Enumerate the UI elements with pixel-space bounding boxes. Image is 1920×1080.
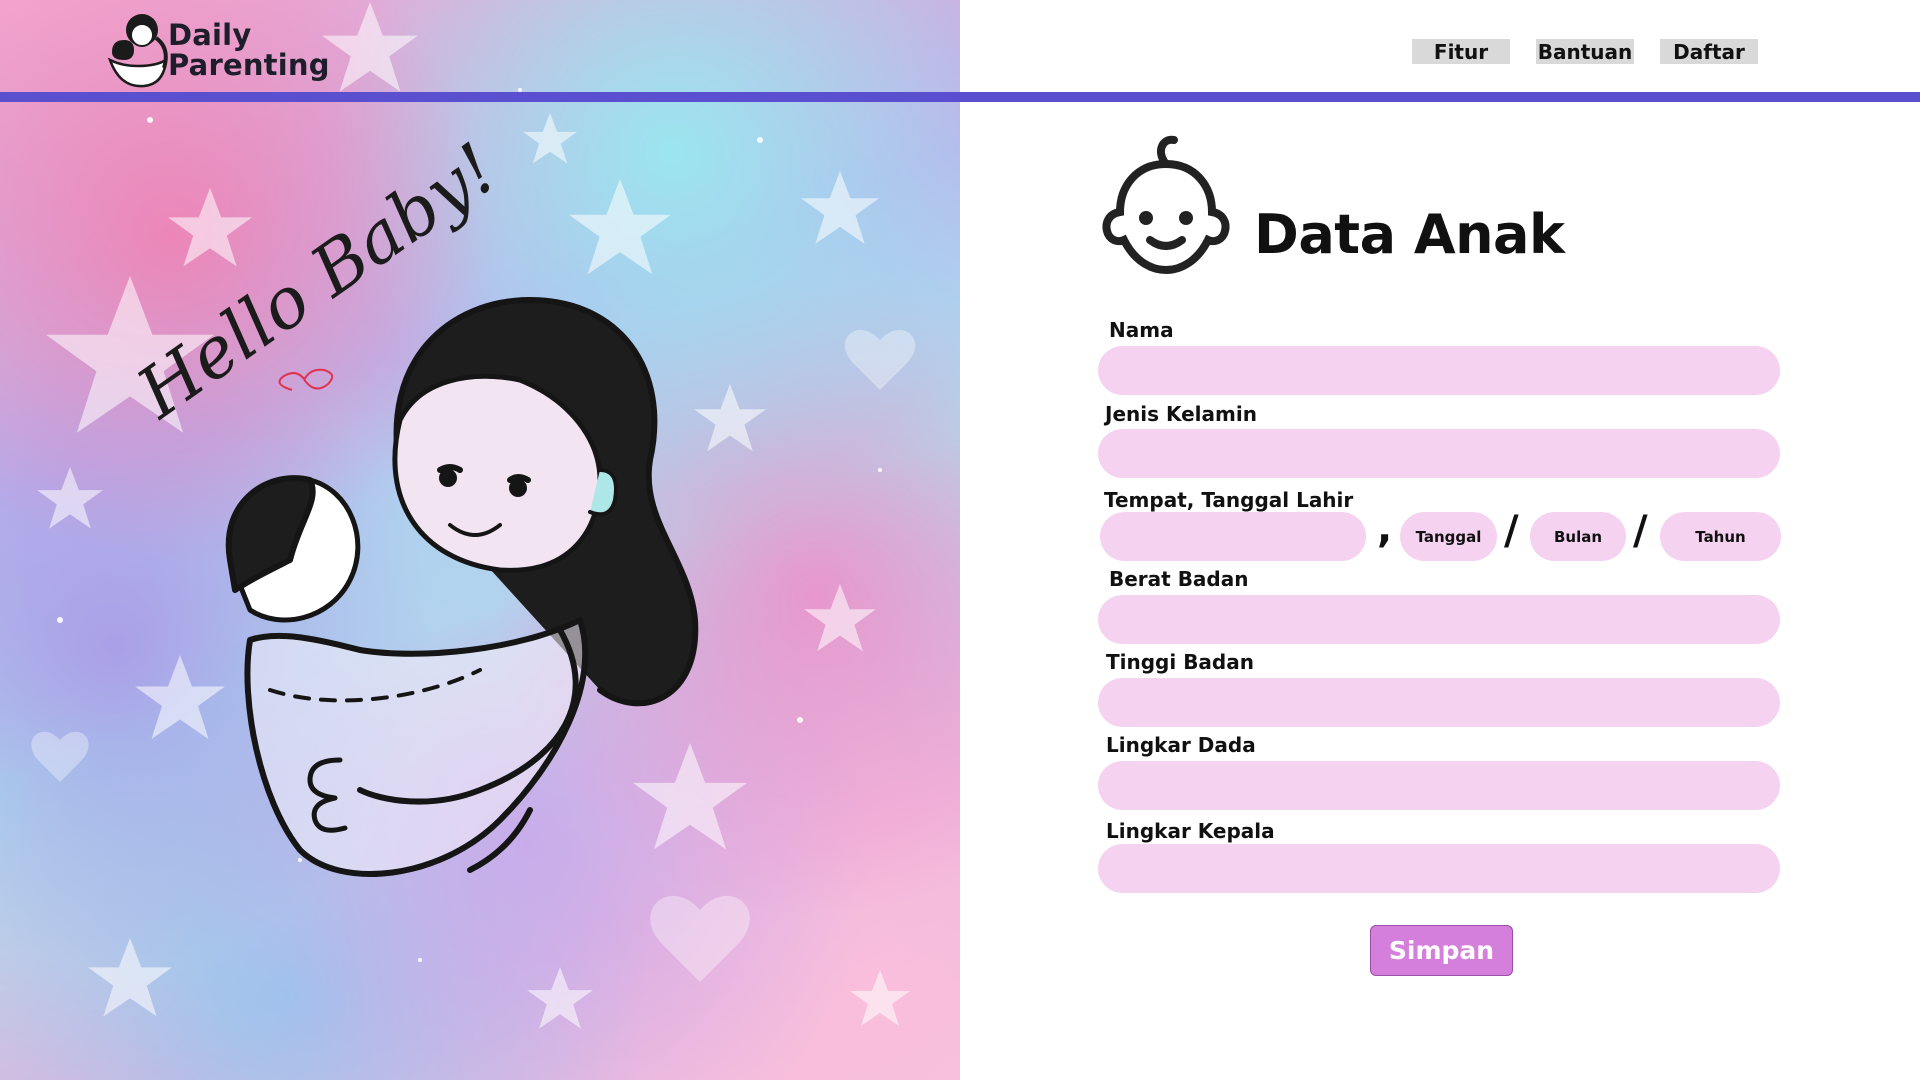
save-button[interactable]: Simpan	[1370, 925, 1513, 976]
nav-bantuan-button[interactable]: Bantuan	[1536, 39, 1634, 64]
lingkar-dada-label: Lingkar Dada	[1106, 733, 1256, 757]
jenis-kelamin-input[interactable]	[1098, 429, 1780, 478]
nav-daftar-button[interactable]: Daftar	[1660, 39, 1758, 64]
jenis-kelamin-label: Jenis Kelamin	[1105, 402, 1257, 426]
starry-background: Hello Baby!	[31, 1, 916, 1029]
tinggi-badan-input[interactable]	[1098, 678, 1780, 727]
bulan-input[interactable]	[1530, 512, 1626, 561]
ttl-comma: ,	[1377, 506, 1393, 552]
form-title-row: Data Anak	[1098, 132, 1565, 274]
app-name: Daily Parenting	[168, 20, 330, 80]
tinggi-badan-label: Tinggi Badan	[1106, 650, 1254, 674]
tahun-input[interactable]	[1660, 512, 1781, 561]
tanggal-input[interactable]	[1400, 512, 1497, 561]
header-divider-bar	[0, 92, 1920, 102]
berat-badan-label: Berat Badan	[1109, 567, 1249, 591]
app-logo[interactable]: Daily Parenting	[98, 8, 330, 92]
page-title: Data Anak	[1254, 203, 1565, 266]
ttl-slash-2: /	[1633, 508, 1648, 554]
lingkar-kepala-label: Lingkar Kepala	[1106, 819, 1275, 843]
ttl-label: Tempat, Tanggal Lahir	[1104, 488, 1354, 512]
mother-baby-logo-icon	[107, 14, 168, 88]
mother-baby-illustration	[225, 297, 699, 877]
berat-badan-input[interactable]	[1098, 595, 1780, 644]
app-name-line2: Parenting	[168, 48, 330, 82]
tempat-lahir-input[interactable]	[1100, 512, 1366, 561]
top-header: Daily Parenting Fitur Bantuan Daftar	[0, 0, 1920, 102]
nav-fitur-button[interactable]: Fitur	[1412, 39, 1510, 64]
app-name-line1: Daily	[168, 18, 252, 52]
ttl-slash-1: /	[1504, 508, 1519, 554]
hero-illustration-panel: Hello Baby!	[0, 0, 960, 1080]
nama-input[interactable]	[1098, 346, 1780, 395]
baby-face-icon	[1102, 135, 1230, 274]
lingkar-kepala-input[interactable]	[1098, 844, 1780, 893]
top-nav: Fitur Bantuan Daftar	[1412, 39, 1758, 64]
lingkar-dada-input[interactable]	[1098, 761, 1780, 810]
nama-label: Nama	[1109, 318, 1174, 342]
